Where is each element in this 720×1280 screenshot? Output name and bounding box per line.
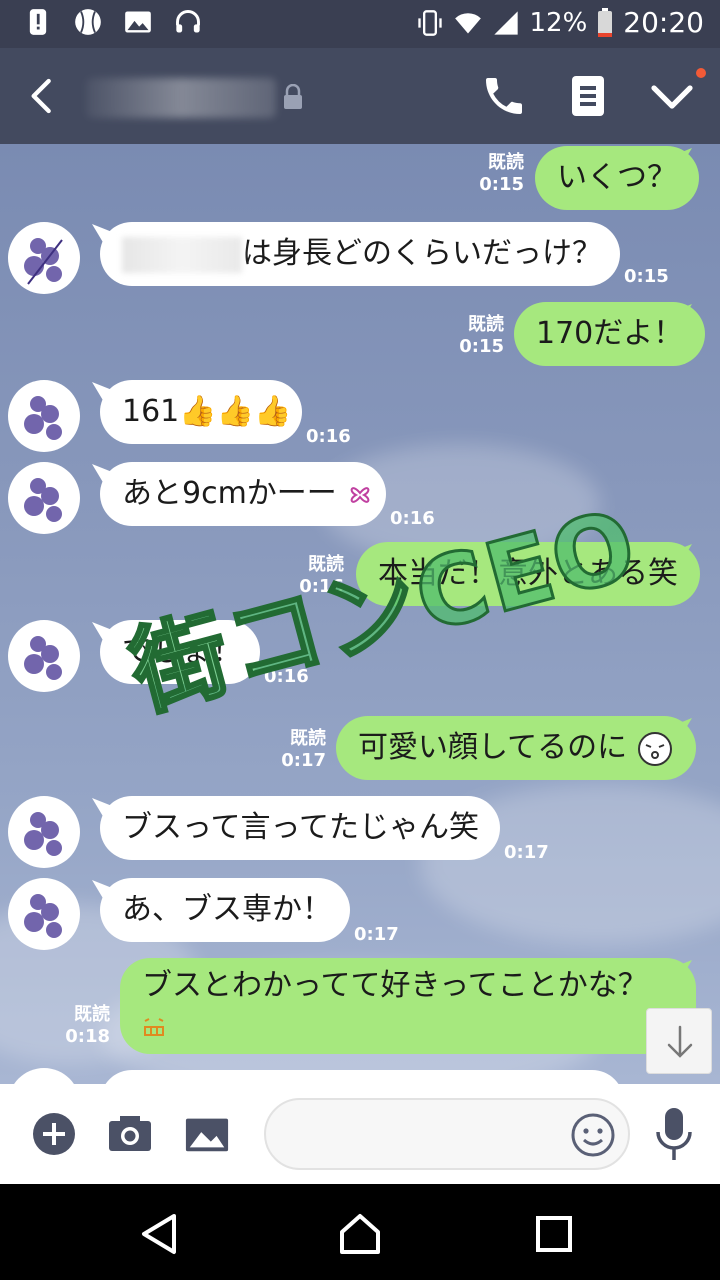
thumbs-up-icon: 👍👍👍	[179, 394, 292, 429]
avatar[interactable]	[8, 878, 80, 950]
kissing-face-icon	[637, 731, 672, 766]
status-bar: 12% 20:20	[0, 0, 720, 48]
message-bubble-incoming[interactable]: あと9cmかーー	[100, 462, 386, 526]
avatar[interactable]	[8, 462, 80, 534]
message-text: 可愛い顔してるのに	[358, 730, 628, 765]
chat-header	[0, 48, 720, 144]
message-text: ブスとわかってて好きってことかな？	[142, 968, 648, 1003]
image-icon	[125, 11, 151, 33]
message-time: 0:17	[504, 842, 549, 863]
baseball-icon	[75, 9, 101, 35]
clock: 20:20	[623, 6, 704, 39]
message-input[interactable]	[264, 1098, 630, 1170]
headset-icon	[176, 10, 200, 33]
message-text: あ、ブス専か！	[122, 892, 332, 927]
note-icon[interactable]	[564, 72, 612, 120]
message-bubble-incoming[interactable]: 161👍👍👍	[100, 380, 302, 444]
message-time: 0:17	[281, 750, 326, 771]
read-label: 既読	[290, 728, 326, 749]
message-bubble-incoming[interactable]	[100, 1070, 624, 1084]
avatar[interactable]	[8, 620, 80, 692]
vibrate-icon	[417, 9, 442, 36]
read-label: 既読	[488, 152, 524, 173]
message-bubble-incoming[interactable]: ブスって言ってたじゃん笑	[100, 796, 500, 860]
message-text: あと9cmかーー	[122, 476, 337, 511]
message-text: いくつ？	[557, 160, 677, 195]
message-bubble-incoming[interactable]: は身長どのくらいだっけ？	[100, 222, 620, 286]
wifi-icon	[454, 12, 481, 33]
camera-icon[interactable]	[106, 1110, 154, 1158]
arrow-down-icon	[667, 1025, 693, 1058]
message-time: 0:15	[479, 174, 524, 195]
avatar[interactable]	[8, 222, 80, 294]
message-time: 0:15	[459, 336, 504, 357]
input-bar	[0, 1084, 720, 1184]
scroll-down-button[interactable]	[646, 1008, 712, 1074]
avatar[interactable]	[8, 796, 80, 868]
contact-name-blurred	[86, 78, 276, 118]
message-time: 0:18	[65, 1026, 110, 1047]
message-bubble-outgoing[interactable]: 可愛い顔してるのに	[336, 716, 696, 780]
lock-icon	[284, 84, 302, 109]
redacted-name	[122, 236, 242, 273]
back-icon[interactable]	[22, 76, 62, 116]
ribbon-icon	[351, 486, 370, 503]
grin-emoji-icon	[144, 1018, 164, 1036]
avatar[interactable]	[8, 380, 80, 452]
chevron-down-icon[interactable]	[648, 72, 696, 120]
notification-dot	[696, 68, 706, 78]
home-icon[interactable]	[338, 1212, 382, 1256]
message-text: は身長どのくらいだっけ？	[242, 236, 602, 271]
message-time: 0:16	[306, 426, 351, 447]
emoji-icon[interactable]	[570, 1112, 616, 1158]
read-label: 既読	[74, 1004, 110, 1025]
message-text: 170だよ！	[536, 316, 684, 351]
mic-icon[interactable]	[652, 1106, 696, 1162]
gallery-icon[interactable]	[184, 1110, 230, 1158]
plus-icon[interactable]	[30, 1110, 78, 1158]
message-text: 161	[122, 394, 180, 429]
back-triangle-icon[interactable]	[138, 1212, 182, 1256]
message-time: 0:15	[624, 266, 669, 287]
system-nav-bar	[0, 1184, 720, 1280]
alert-icon	[29, 9, 47, 35]
message-bubble-incoming[interactable]: あ、ブス専か！	[100, 878, 350, 942]
message-text: ブスって言ってたじゃん笑	[122, 810, 479, 845]
message-time: 0:17	[354, 924, 399, 945]
chat-area[interactable]: 既読 0:15 いくつ？ は身長どのくらいだっけ？ 0:15 既読 0:15 1…	[0, 144, 720, 1084]
message-bubble-outgoing[interactable]: ブスとわかってて好きってことかな？	[120, 958, 696, 1054]
phone-icon[interactable]	[480, 72, 528, 120]
avatar[interactable]	[8, 1068, 80, 1084]
signal-icon	[493, 10, 518, 35]
battery-icon	[598, 7, 613, 37]
recents-icon[interactable]	[532, 1212, 576, 1256]
battery-percent: 12%	[529, 7, 588, 38]
read-label: 既読	[468, 314, 504, 335]
